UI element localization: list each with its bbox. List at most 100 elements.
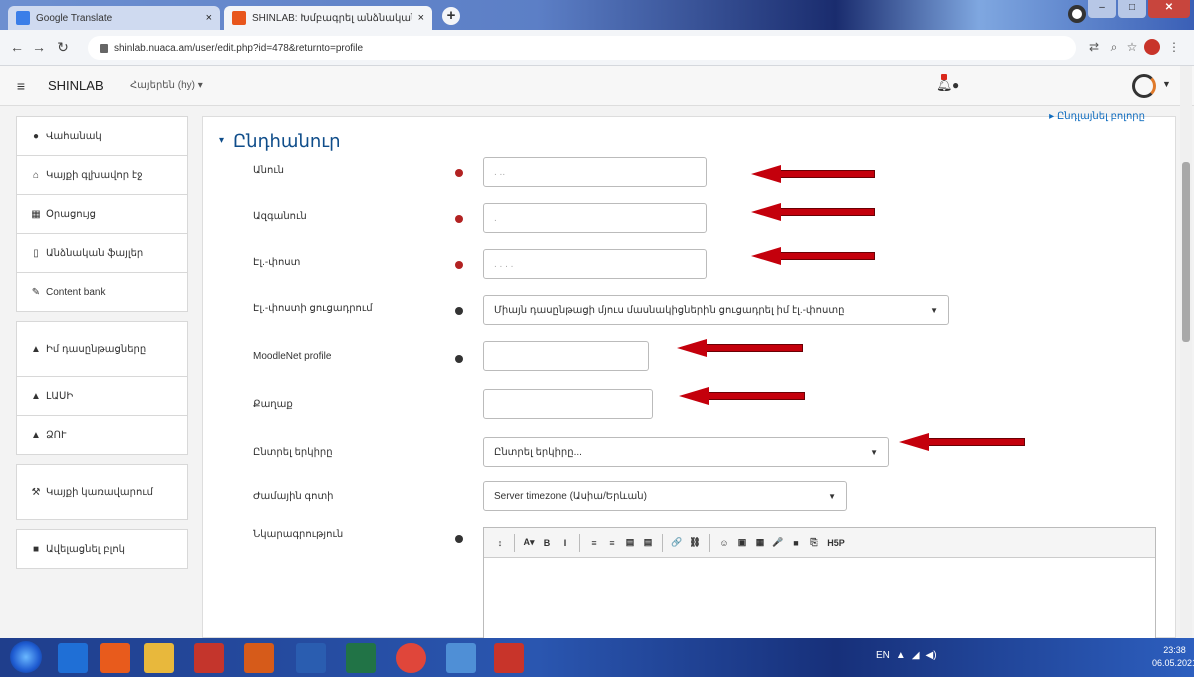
email-input[interactable]: . . . .: [483, 249, 707, 279]
back-icon[interactable]: ←: [8, 38, 26, 56]
powerpoint-icon[interactable]: [194, 643, 224, 673]
sidebar-item-my-courses[interactable]: ▲ Իմ դասընթացները: [16, 321, 188, 377]
moodlenet-input[interactable]: [483, 341, 649, 371]
sidebar-item-label: Իմ դասընթացները: [46, 343, 147, 355]
graduation-cap-icon: ▲: [31, 390, 41, 402]
scrollbar-thumb[interactable]: [1182, 162, 1190, 342]
url-input[interactable]: shinlab.nuaca.am/user/edit.php?id=478&re…: [88, 36, 1076, 60]
page-scrollbar[interactable]: [1180, 66, 1192, 638]
tab-title: SHINLAB: Խմբագրել անձնական: [252, 12, 412, 24]
arrow-shaft: [779, 208, 875, 216]
account-icon[interactable]: [1068, 5, 1086, 23]
editor-toolbar: ↕ A▾ B I ≡ ≡ ▤ ▤ 🔗 ⛓ ☺ ▣ ▦ 🎤 ■ ⎘ H5P: [484, 528, 1155, 558]
new-tab-button[interactable]: +: [442, 7, 460, 25]
paint-icon[interactable]: [494, 643, 524, 673]
nav-drawer: ● Վահանակ ⌂ Կայքի գլխավոր էջ ▦ Օրացույց …: [16, 116, 188, 569]
hamburger-menu-icon[interactable]: ≡: [12, 77, 30, 95]
language-indicator[interactable]: EN: [876, 650, 890, 661]
maximize-button[interactable]: □: [1118, 0, 1146, 18]
city-input[interactable]: [483, 389, 653, 419]
chrome-icon[interactable]: [396, 643, 426, 673]
city-label: Քաղաք: [253, 399, 293, 410]
sidebar-item-dashboard[interactable]: ● Վահանակ: [16, 116, 188, 156]
editor-content-area[interactable]: [484, 558, 1155, 648]
help-icon[interactable]: [455, 307, 463, 315]
profile-icon[interactable]: [1144, 39, 1160, 55]
sidebar-item-add-block[interactable]: ■ Ավելացնել բլոկ: [16, 529, 188, 569]
forward-icon[interactable]: →: [30, 38, 48, 56]
font-size-button[interactable]: A▾: [521, 534, 537, 552]
help-icon[interactable]: [455, 535, 463, 543]
file-explorer-icon[interactable]: [144, 643, 174, 673]
expand-all-link[interactable]: ▸ Ընդլայնել բոլորը: [1049, 111, 1145, 122]
help-icon[interactable]: [455, 355, 463, 363]
star-icon[interactable]: ☆: [1124, 39, 1140, 55]
indent-button[interactable]: ▤: [640, 534, 656, 552]
start-button[interactable]: [10, 641, 42, 673]
sidebar-item-site-admin[interactable]: ⚒ Կայքի կառավարում: [16, 464, 188, 520]
word-icon[interactable]: [296, 643, 326, 673]
select-value: Միայն դասընթացի մյուս մասնակիցներին ցուց…: [494, 304, 845, 316]
description-editor[interactable]: ↕ A▾ B I ≡ ≡ ▤ ▤ 🔗 ⛓ ☺ ▣ ▦ 🎤 ■ ⎘ H5P: [483, 527, 1156, 649]
timezone-select[interactable]: Server timezone (Ասիա/Երևան) ▼: [483, 481, 847, 511]
italic-button[interactable]: I: [557, 534, 573, 552]
image-button[interactable]: ▣: [734, 534, 750, 552]
tray-arrow-icon[interactable]: ▲: [896, 650, 906, 661]
country-select[interactable]: Ընտրել երկիրը... ▼: [483, 437, 889, 467]
firstname-input[interactable]: . ..: [483, 157, 707, 187]
taskbar-clock[interactable]: 23:38 06.05.2021: [1152, 644, 1194, 670]
internet-explorer-icon[interactable]: [58, 643, 88, 673]
sidebar-item-home[interactable]: ⌂ Կայքի գլխավոր էջ: [16, 155, 188, 195]
timezone-label: Ժամային գոտի: [253, 491, 334, 502]
user-avatar[interactable]: [1132, 74, 1156, 98]
edit-profile-form: ▸ Ընդլայնել բոլորը ▾ Ընդհանուր Անուն . .…: [202, 111, 1176, 649]
email-display-select[interactable]: Միայն դասընթացի մյուս մասնակիցներին ցուց…: [483, 295, 949, 325]
outdent-button[interactable]: ▤: [622, 534, 638, 552]
translate-icon[interactable]: ⇄: [1086, 39, 1102, 55]
unordered-list-button[interactable]: ≡: [586, 534, 602, 552]
select-value: Ընտրել երկիրը...: [494, 446, 582, 458]
lastname-input[interactable]: .: [483, 203, 707, 233]
site-brand[interactable]: SHINLAB: [48, 78, 104, 93]
collapse-toolbar-button[interactable]: ↕: [492, 534, 508, 552]
office-icon[interactable]: [244, 643, 274, 673]
close-window-button[interactable]: ✕: [1148, 0, 1190, 18]
sidebar-item-calendar[interactable]: ▦ Օրացույց: [16, 194, 188, 234]
sidebar-item-course-dzu[interactable]: ▲ ՁՈՒ: [16, 415, 188, 455]
unlink-button[interactable]: ⛓: [687, 534, 703, 552]
arrow-shaft: [779, 252, 875, 260]
email-label: Էլ.-փոստ: [253, 257, 301, 268]
minimize-button[interactable]: –: [1088, 0, 1116, 18]
network-icon[interactable]: ◢: [912, 650, 920, 661]
media-button[interactable]: ▦: [752, 534, 768, 552]
section-title[interactable]: Ընդհանուր: [233, 131, 341, 152]
sidebar-item-private-files[interactable]: ▯ Անձնական ֆայլեր: [16, 233, 188, 273]
clock-time: 23:38: [1163, 645, 1186, 655]
ordered-list-button[interactable]: ≡: [604, 534, 620, 552]
calculator-icon[interactable]: [446, 643, 476, 673]
volume-icon[interactable]: ◀): [926, 650, 937, 661]
tab-google-translate[interactable]: Google Translate ×: [8, 6, 220, 30]
record-audio-button[interactable]: 🎤: [770, 534, 786, 552]
h5p-button[interactable]: H5P: [824, 534, 848, 552]
excel-icon[interactable]: [346, 643, 376, 673]
sidebar-item-content-bank[interactable]: ✎ Content bank: [16, 272, 188, 312]
chevron-down-icon[interactable]: ▼: [1162, 79, 1171, 89]
reload-icon[interactable]: ↻: [54, 38, 72, 56]
collapse-caret-icon[interactable]: ▾: [219, 135, 224, 146]
messages-icon[interactable]: ●: [952, 78, 959, 92]
tab-shinlab[interactable]: SHINLAB: Խմբագրել անձնական ×: [224, 6, 432, 30]
emoji-button[interactable]: ☺: [716, 534, 732, 552]
bold-button[interactable]: B: [539, 534, 555, 552]
moodlenet-label: MoodleNet profile: [253, 351, 332, 362]
link-button[interactable]: 🔗: [669, 534, 685, 552]
language-selector[interactable]: Հայերեն (hy) ▾: [130, 80, 203, 91]
sidebar-item-course-lasi[interactable]: ▲ ԼԱՍԻ: [16, 376, 188, 416]
tab-close-icon[interactable]: ×: [206, 12, 212, 24]
firefox-icon[interactable]: [100, 643, 130, 673]
manage-files-button[interactable]: ⎘: [806, 534, 822, 552]
record-video-button[interactable]: ■: [788, 534, 804, 552]
tab-close-icon[interactable]: ×: [418, 12, 424, 24]
menu-icon[interactable]: ⋮: [1166, 39, 1182, 55]
zoom-icon[interactable]: ⌕: [1106, 39, 1122, 55]
